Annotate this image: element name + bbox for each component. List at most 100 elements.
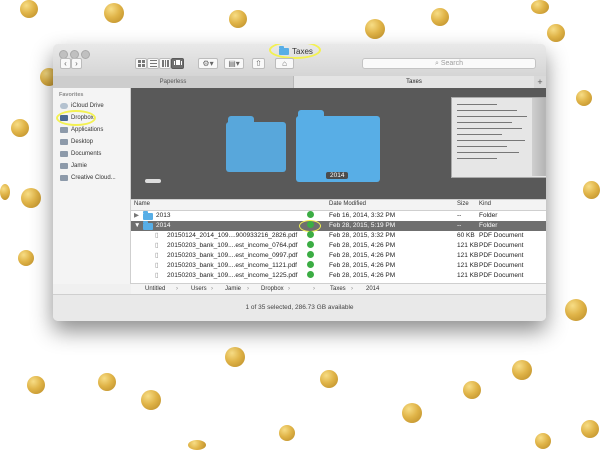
column-size-header[interactable]: Size (457, 201, 469, 207)
path-separator: › (247, 286, 249, 292)
folder-icon (60, 174, 68, 181)
gold-dot (225, 347, 245, 367)
row-name: 2014 (156, 222, 171, 229)
table-row[interactable]: ▯ 20150203_bank_109....est_income_0997.p… (131, 251, 546, 261)
row-date: Feb 28, 2015, 5:19 PM (329, 222, 396, 229)
sidebar-item-creative-cloud[interactable]: Creative Cloud... (60, 173, 116, 182)
column-name-header[interactable]: Name (134, 201, 150, 207)
row-date: Feb 28, 2015, 3:32 PM (329, 232, 396, 239)
path-item-jamie[interactable]: Jamie (225, 284, 241, 294)
row-date: Feb 28, 2015, 4:26 PM (329, 272, 396, 279)
disclosure-down-icon[interactable]: ▼ (134, 221, 140, 231)
sidebar-item-documents[interactable]: Documents (60, 149, 101, 158)
gold-dot (98, 373, 116, 391)
title-highlight-circle (269, 44, 321, 59)
zoom-window-button[interactable] (81, 50, 90, 59)
new-tab-button[interactable]: + (534, 76, 546, 88)
row-size: 121 KB (457, 272, 479, 279)
path-item-dropbox[interactable]: Dropbox (261, 284, 284, 294)
file-list: Name Date Modified Size Kind ▶ 2013 Feb … (131, 199, 546, 283)
row-kind: Folder (479, 212, 498, 219)
row-date: Feb 28, 2015, 4:26 PM (329, 262, 396, 269)
gold-dot (320, 370, 338, 388)
path-separator: › (351, 286, 353, 292)
table-row[interactable]: ▶ 2013 Feb 16, 2014, 3:32 PM -- Folder (131, 211, 546, 221)
table-row[interactable]: ▯ 20150203_bank_109....est_income_1121.p… (131, 261, 546, 271)
path-separator: › (211, 286, 213, 292)
sidebar: Favorites iCloud Drive Dropbox Applicati… (53, 88, 131, 284)
gold-dot (463, 381, 481, 399)
search-icon: ⌕ (434, 60, 439, 67)
row-kind: Folder (479, 222, 498, 229)
pdf-file-icon: ▯ (155, 232, 159, 239)
cover-flow-scrollbar[interactable] (145, 179, 161, 183)
path-item-untitled[interactable]: Untitled (145, 284, 165, 294)
path-separator: › (313, 286, 315, 292)
sidebar-item-label: iCloud Drive (71, 102, 104, 109)
gold-dot (20, 0, 38, 18)
finder-window: Taxes ‹ › ⚙▾ ▤▾ ⇧ ⌂ ⌕ Search Paperless T… (53, 44, 546, 321)
list-view-button[interactable] (147, 58, 159, 69)
row-size: 60 KB (457, 232, 475, 239)
sidebar-item-label: Jamie (71, 162, 88, 169)
column-view-icon (161, 60, 169, 67)
tab-taxes[interactable]: Taxes (294, 76, 534, 88)
home-icon (60, 162, 68, 169)
sidebar-item-applications[interactable]: Applications (60, 125, 103, 134)
row-size: -- (457, 212, 462, 219)
search-field[interactable]: ⌕ Search (362, 58, 536, 69)
documents-icon (60, 150, 68, 157)
gold-dot (141, 390, 161, 410)
table-row-selected[interactable]: ▼ 2014 Feb 28, 2015, 5:19 PM -- Folder (131, 221, 546, 231)
tab-paperless[interactable]: Paperless (53, 76, 294, 88)
forward-button[interactable]: › (71, 58, 82, 69)
column-view-button[interactable] (159, 58, 171, 69)
cover-flow-view-button[interactable] (171, 58, 184, 69)
arrange-menu-button[interactable]: ▤▾ (224, 58, 244, 69)
column-date-header[interactable]: Date Modified (329, 201, 366, 207)
sync-check-icon (307, 261, 314, 268)
icon-view-button[interactable] (135, 58, 147, 69)
pdf-file-icon: ▯ (155, 272, 159, 279)
path-item-2014[interactable]: 2014 (366, 284, 379, 294)
table-row[interactable]: ▯ 20150124_2014_109....900933216_2826.pd… (131, 231, 546, 241)
sidebar-item-jamie[interactable]: Jamie (60, 161, 87, 170)
row-kind: PDF Document (479, 262, 524, 269)
disclosure-right-icon[interactable]: ▶ (134, 211, 139, 221)
row-name: 20150203_bank_109....est_income_1121.pdf (167, 262, 297, 269)
row-size: 121 KB (457, 262, 479, 269)
dropbox-highlight-circle (56, 110, 96, 126)
applications-icon (60, 126, 68, 133)
back-arrow-icon: ‹ (64, 59, 67, 68)
tags-button[interactable]: ⌂ (275, 58, 294, 69)
table-row[interactable]: ▯ 20150203_bank_109....est_income_1225.p… (131, 271, 546, 281)
pdf-file-icon: ▯ (155, 262, 159, 269)
cover-flow-preview[interactable]: 2014 (131, 88, 546, 199)
gold-dot (531, 0, 549, 14)
gold-dot (402, 403, 422, 423)
row-kind: PDF Document (479, 252, 524, 259)
sync-check-icon (307, 251, 314, 258)
gold-dot (365, 19, 385, 39)
arrange-icon: ▤▾ (228, 59, 240, 68)
sidebar-item-icloud-drive[interactable]: iCloud Drive (60, 101, 104, 110)
path-item-taxes[interactable]: Taxes (330, 284, 346, 294)
sidebar-item-desktop[interactable]: Desktop (60, 137, 93, 146)
back-button[interactable]: ‹ (60, 58, 71, 69)
path-bar: Untitled › Users › Jamie › Dropbox › › T… (131, 283, 546, 294)
folder-icon (143, 211, 153, 220)
gear-icon: ⚙▾ (202, 59, 214, 68)
gold-dot (583, 181, 600, 199)
action-menu-button[interactable]: ⚙▾ (198, 58, 218, 69)
column-kind-header[interactable]: Kind (479, 201, 491, 207)
share-button[interactable]: ⇧ (252, 58, 265, 69)
status-bar: 1 of 35 selected, 286.73 GB available (53, 294, 546, 321)
search-placeholder: Search (440, 60, 464, 67)
row-name: 20150203_bank_109....est_income_1225.pdf (167, 272, 298, 279)
path-item-users[interactable]: Users (191, 284, 207, 294)
row-date: Feb 28, 2015, 4:26 PM (329, 252, 396, 259)
path-separator: › (288, 286, 290, 292)
table-row[interactable]: ▯ 20150203_bank_109....est_income_0764.p… (131, 241, 546, 251)
row-kind: PDF Document (479, 232, 524, 239)
plus-icon: + (537, 77, 543, 87)
